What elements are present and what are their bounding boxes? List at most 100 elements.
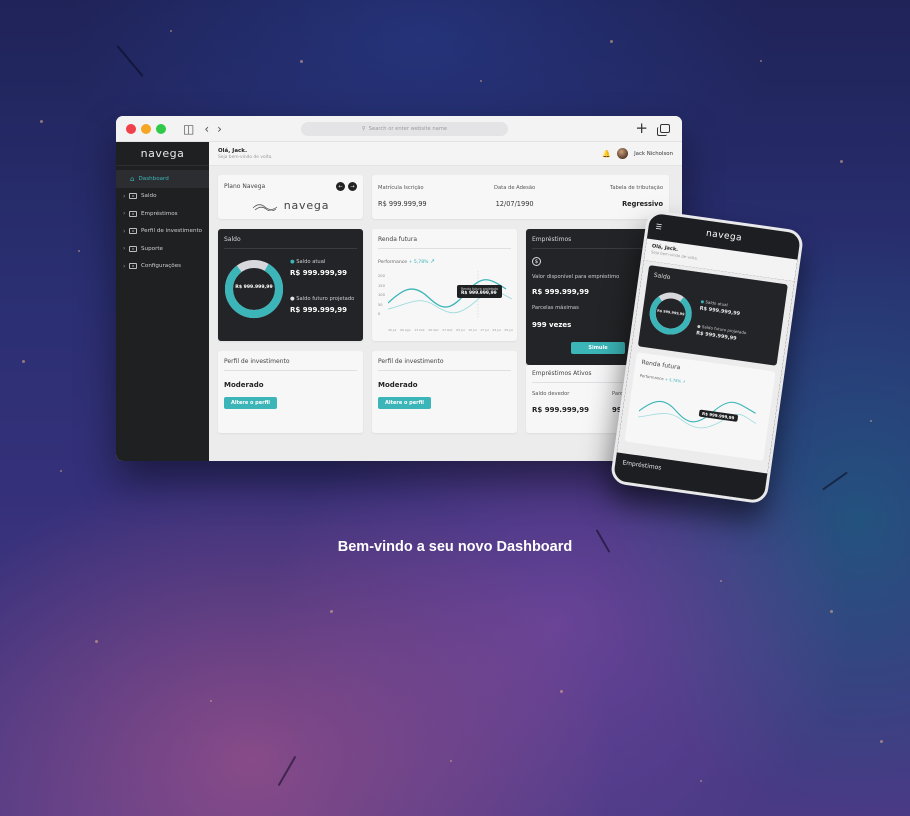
brand-logo: navega [116,142,209,166]
tooltip-value: R$ 999.999,99 [461,291,497,296]
renda-title: Renda futura [378,236,417,243]
search-icon: ⚲ [361,126,366,132]
x-tick: 05 Jul [504,328,513,332]
card-icon: ≡ [129,210,137,217]
arrow-left-icon[interactable]: ← [336,182,345,191]
renda-tooltip: Renda futura projetada R$ 999.999,99 [457,285,502,298]
user-name[interactable]: Jack Nicholson [634,151,673,157]
sidebar-item-perfil[interactable]: › ≡ Perfil de investimento [116,223,209,241]
disponivel-label: Valor disponível para empréstimo [532,274,620,280]
x-tick: 27 Out [442,328,453,332]
browser-titlebar: ◫ ‹ › ⚲ Search or enter website name + [116,116,682,142]
phone-atual-value: R$ 999.999,99 [699,305,741,318]
wave-logo-icon [252,203,277,211]
sidebar-item-label: Saldo [141,193,157,200]
phone-renda-card: Renda futura Performance + 5,78% ↗ R$ 99… [624,352,776,461]
close-window-button[interactable] [126,123,136,134]
x-tick: 06 Ago [400,328,411,332]
sidebar-item-dashboard[interactable]: ⌂ Dashboard [116,170,209,188]
matricula-value: R$ 999.999,99 [378,200,427,208]
tabela-value: Regressivo [622,200,663,208]
bell-icon[interactable]: 🔔 [602,150,611,158]
card-icon: ≡ [129,193,137,200]
parcelas-value: 999 vezes [532,321,572,329]
perfil-card-2: Perfil de investimento Moderado Altere o… [372,351,517,433]
teal-dot-icon: ● [290,259,295,265]
sidebar: navega ⌂ Dashboard › ≡ Saldo › ≡ Emprést… [116,142,209,461]
white-dot-icon: ● [290,296,295,302]
new-tab-icon[interactable]: + [635,121,648,136]
card-icon: ≡ [129,245,137,252]
minimize-window-button[interactable] [141,123,151,134]
sidebar-item-label: Suporte [141,245,164,252]
trend-up-icon: ↗ [429,258,435,265]
forward-icon[interactable]: › [217,123,222,135]
adesao-label: Data de Adesão [494,185,536,191]
y-tick: 0 [378,312,381,316]
devedor-value: R$ 999.999,99 [532,406,589,414]
hamburger-menu-icon[interactable]: ☰ [655,223,662,232]
arrow-right-icon[interactable]: → [348,182,357,191]
home-icon: ⌂ [130,174,135,183]
perfil-title: Perfil de investimento [224,358,290,365]
altere-perfil-button[interactable]: Altere o perfil [378,397,431,409]
plano-card: Plano Navega ← → navega [218,175,363,219]
adesao-value: 12/07/1990 [495,200,534,208]
address-bar[interactable]: ⚲ Search or enter website name [301,122,508,136]
y-tick: 50 [378,302,383,307]
phone-saldo-card: Saldo R$ 999.999,99 ● Saldo atual R$ 999… [637,265,788,366]
saldo-center-value: R$ 999.999,99 [235,285,273,290]
saldo-atual-label: Saldo atual [296,259,326,265]
top-bar: Olá, Jack. Seja bem-vindo de volta. 🔔 Ja… [209,142,682,166]
parcelas-label: Parcelas máximas [532,305,579,311]
simule-button[interactable]: Simule [571,342,625,354]
plano-title: Plano Navega [224,183,266,190]
card-icon: ≡ [129,228,137,235]
x-tick: 03 Jul [456,328,465,332]
tabela-label: Tabela de tributação [610,185,663,191]
saldo-card: Saldo R$ 999.999,99 ● Saldo atual R$ 999… [218,229,363,341]
disponivel-value: R$ 999.999,99 [532,288,589,296]
y-tick: 200 [378,274,385,278]
sidebar-item-suporte[interactable]: › ≡ Suporte [116,240,209,258]
sidebar-item-label: Dashboard [138,175,169,182]
sidebar-item-configuracoes[interactable]: › ≡ Configurações [116,258,209,276]
back-icon[interactable]: ‹ [204,123,209,135]
dollar-icon: $ [532,257,541,266]
saldo-futuro-value: R$ 999.999,99 [290,306,347,314]
perfil-value: Moderado [378,381,418,389]
avatar[interactable] [617,148,629,159]
address-placeholder: Search or enter website name [368,126,448,132]
browser-window: ◫ ‹ › ⚲ Search or enter website name + n… [116,116,682,461]
plano-logo-text: navega [283,199,330,212]
renda-card: Renda futura Performance + 5,78% ↗ 200 1… [372,229,517,341]
hero-title: Bem-vindo a seu novo Dashboard [337,539,573,555]
sidebar-item-label: Perfil de investimento [141,228,203,235]
y-tick: 100 [378,293,385,297]
x-tick: 13 Out [414,328,425,332]
greeting-subtitle: Seja bem-vindo de volta. [218,154,273,160]
info-card: Matrícula Iscrição R$ 999.999,99 Data de… [372,175,669,219]
perfil-title: Perfil de investimento [378,358,444,365]
x-tick: 17 Jul [480,328,489,332]
x-tick: 30 Jul [388,328,397,332]
card-icon: ≡ [129,263,137,270]
sidebar-toggle-icon[interactable]: ◫ [183,123,194,135]
phone-performance-label: Performance [639,372,664,382]
saldo-title: Saldo [224,236,241,243]
performance-value: + 5,78% [408,260,429,265]
sidebar-nav: ⌂ Dashboard › ≡ Saldo › ≡ Empréstimos › … [116,166,209,275]
sidebar-item-emprestimos[interactable]: › ≡ Empréstimos [116,205,209,223]
x-tick: 20 Out [428,328,439,332]
x-tick: 24 Jul [492,328,501,332]
tab-overview-icon[interactable] [657,124,670,136]
y-tick: 150 [378,283,385,288]
maximize-window-button[interactable] [156,123,166,134]
phone-brand: navega [705,228,743,244]
x-tick: 10 Jul [468,328,477,332]
main-content: Olá, Jack. Seja bem-vindo de volta. 🔔 Ja… [209,142,682,461]
perfil-value: Moderado [224,381,264,389]
altere-perfil-button[interactable]: Altere o perfil [224,397,277,409]
sidebar-item-label: Configurações [141,263,182,270]
sidebar-item-saldo[interactable]: › ≡ Saldo [116,188,209,206]
